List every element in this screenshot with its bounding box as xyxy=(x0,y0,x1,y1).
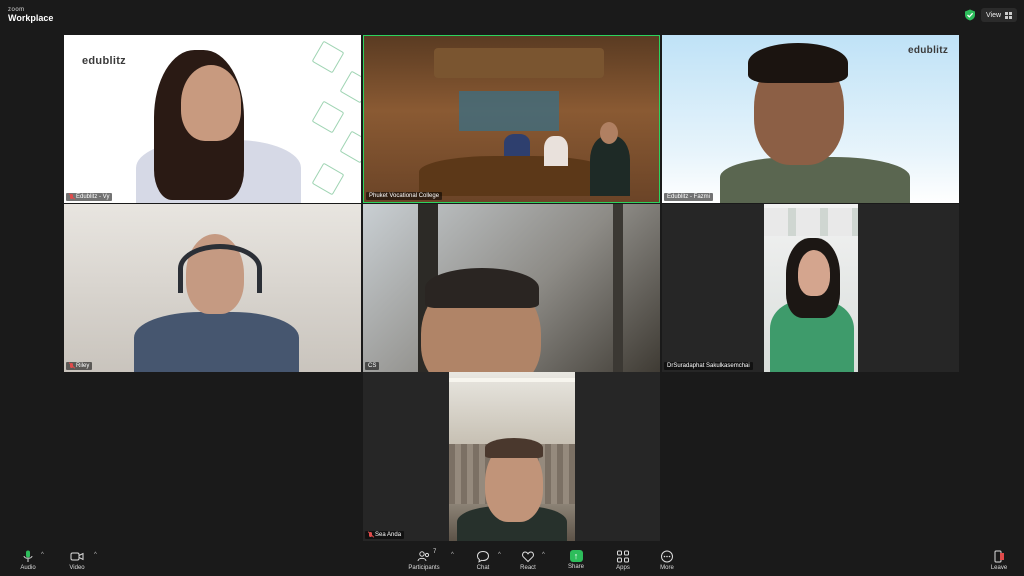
name-label: DrSuradaphat Sakulkasemchai xyxy=(664,362,753,370)
participants-options-caret[interactable]: ^ xyxy=(451,552,454,558)
view-label: View xyxy=(985,11,1002,19)
participants-button[interactable]: Participants xyxy=(404,550,444,571)
name-label: Edublitz - Fazmi xyxy=(664,193,714,201)
video-tile-cs[interactable]: CS xyxy=(363,204,660,372)
participant-figure xyxy=(600,122,618,144)
decor-hexagon xyxy=(311,100,345,134)
name-label: Riley xyxy=(66,362,93,370)
participant-name: Edublitz - Vy xyxy=(76,194,110,200)
bookshelf xyxy=(459,91,559,131)
share-label: Share xyxy=(567,564,584,570)
decor-hexagon xyxy=(339,130,361,164)
participant-figure xyxy=(504,134,530,156)
participant-body xyxy=(134,312,299,372)
muted-mic-icon xyxy=(368,532,373,538)
name-label: Sea Anda xyxy=(365,531,405,539)
app-logo: zoom Workplace xyxy=(8,7,53,23)
more-icon xyxy=(661,550,673,563)
ceiling-panel xyxy=(434,48,604,78)
participant-count: 7 xyxy=(433,549,437,555)
share-arrow-icon: ↑ xyxy=(569,550,583,562)
backdrop-banner xyxy=(764,208,858,236)
participant-face xyxy=(181,65,241,141)
name-label: Phuket Vocational College xyxy=(366,192,443,200)
video-button[interactable]: Video xyxy=(57,550,97,571)
microphone-icon xyxy=(23,550,33,562)
share-button[interactable]: ↑ Share xyxy=(556,550,596,570)
heart-icon xyxy=(522,551,534,563)
more-label: More xyxy=(660,565,674,571)
video-options-caret[interactable]: ^ xyxy=(94,552,97,558)
decor-hexagon xyxy=(311,162,345,196)
react-options-caret[interactable]: ^ xyxy=(542,552,545,558)
video-tile-drsuradaphat[interactable]: DrSuradaphat Sakulkasemchai xyxy=(662,204,959,372)
decor-hexagon xyxy=(311,40,345,74)
participant-hair xyxy=(485,438,543,458)
chat-button[interactable]: Chat xyxy=(463,550,503,571)
participant-name: Riley xyxy=(76,363,90,369)
participant-name: Phuket Vocational College xyxy=(369,193,440,199)
participant-name: Edublitz - Fazmi xyxy=(667,194,711,200)
apps-label: Apps xyxy=(616,565,630,571)
leave-label: Leave xyxy=(990,565,1008,571)
muted-mic-icon xyxy=(69,194,74,200)
participant-face xyxy=(798,250,830,296)
meeting-toolbar: Audio ^ Video ^ Participants 7 ^ Chat ^ … xyxy=(0,546,1024,576)
chat-options-caret[interactable]: ^ xyxy=(498,552,501,558)
participant-hair xyxy=(425,268,539,308)
participant-figure xyxy=(544,136,568,166)
video-tile-vy[interactable]: edublitz Edublitz - Vy xyxy=(64,35,361,203)
audio-label: Audio xyxy=(20,565,36,571)
top-bar: zoom Workplace View xyxy=(0,0,1024,30)
brand-name: Workplace xyxy=(8,13,54,23)
security-shield-icon[interactable] xyxy=(964,9,976,21)
leave-button[interactable]: Leave xyxy=(979,550,1019,571)
chat-label: Chat xyxy=(476,565,490,571)
name-label: CS xyxy=(365,362,380,370)
chat-icon xyxy=(476,550,490,563)
participants-label: Participants xyxy=(408,565,440,571)
view-button[interactable]: View xyxy=(981,8,1017,22)
participant-name: CS xyxy=(368,363,377,369)
headphones-icon xyxy=(178,244,262,293)
conference-table xyxy=(419,156,609,196)
participant-name: DrSuradaphat Sakulkasemchai xyxy=(667,363,750,369)
edublitz-logo: edublitz xyxy=(908,45,949,56)
participants-icon xyxy=(417,551,430,562)
participant-hair xyxy=(748,43,848,83)
apps-icon xyxy=(617,550,629,563)
apps-button[interactable]: Apps xyxy=(603,550,643,571)
video-camera-icon xyxy=(70,552,84,561)
grid-icon xyxy=(1005,11,1013,19)
audio-options-caret[interactable]: ^ xyxy=(41,552,44,558)
ceiling-light xyxy=(449,378,575,382)
edublitz-logo: edublitz xyxy=(82,55,126,67)
participant-name: Sea Anda xyxy=(375,532,402,538)
participant-video xyxy=(449,372,575,541)
video-tile-fazmi[interactable]: edublitz Edublitz - Fazmi xyxy=(662,35,959,203)
muted-mic-icon xyxy=(69,363,74,369)
participant-video xyxy=(764,204,858,372)
video-tile-phuket-vocational-college[interactable]: Phuket Vocational College xyxy=(363,35,660,203)
window-frame xyxy=(613,204,623,372)
video-tile-riley[interactable]: Riley xyxy=(64,204,361,372)
react-label: React xyxy=(520,565,536,571)
decor-hexagon xyxy=(339,70,361,104)
leave-icon xyxy=(994,550,1004,563)
name-label: Edublitz - Vy xyxy=(66,193,113,201)
video-label: Video xyxy=(69,565,85,571)
participant-figure xyxy=(590,136,630,196)
video-tile-sea-anda[interactable]: Sea Anda xyxy=(363,372,660,541)
more-button[interactable]: More xyxy=(647,550,687,571)
